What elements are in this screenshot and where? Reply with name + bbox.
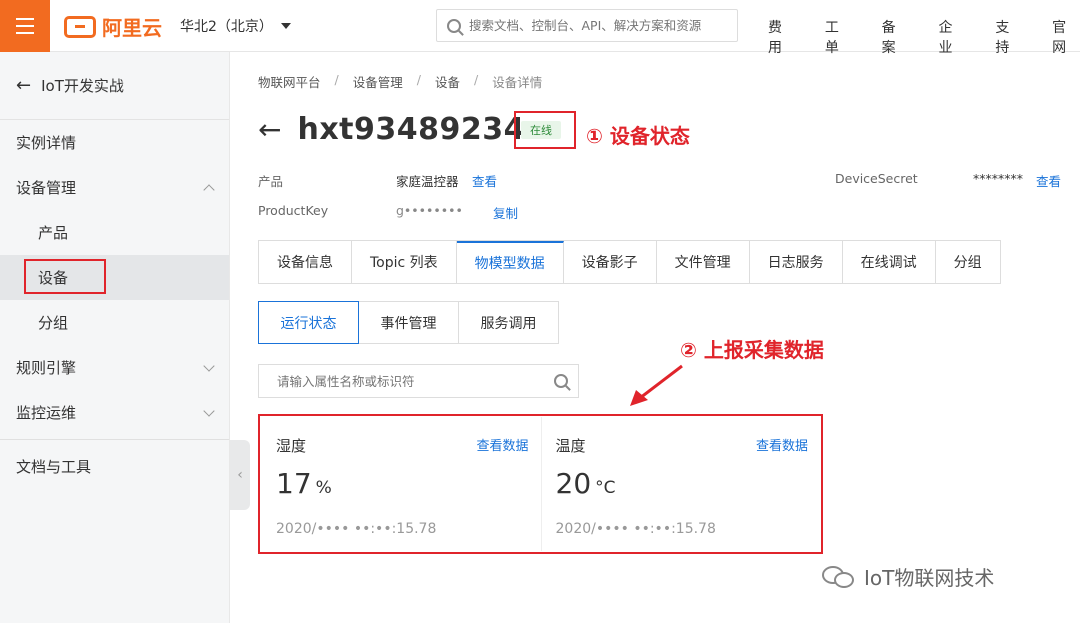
nav-support[interactable]: 支持 xyxy=(995,17,1023,57)
tab-group[interactable]: 分组 xyxy=(935,241,1000,283)
chevron-left-icon: ‹ xyxy=(237,467,243,483)
annotation-arrow-line xyxy=(639,364,683,400)
product-value: 家庭温控器 xyxy=(396,174,459,189)
breadcrumb-iot-platform[interactable]: 物联网平台 xyxy=(258,72,321,91)
sidebar: ← IoT开发实战 实例详情 设备管理 产品 设备 分组 规则引擎 监控运维 文… xyxy=(0,52,230,623)
tab-online-debug[interactable]: 在线调试 xyxy=(842,241,936,283)
tab-thing-model-data[interactable]: 物模型数据 xyxy=(456,241,564,283)
highlight-box-data xyxy=(258,414,823,554)
global-search-input[interactable] xyxy=(469,18,729,33)
device-header: ← hxt93489234 xyxy=(258,112,525,147)
region-selector[interactable]: 华北2（北京） xyxy=(180,16,291,36)
sidebar-collapse-handle[interactable]: ‹ xyxy=(230,440,250,510)
tab-device-info[interactable]: 设备信息 xyxy=(259,241,352,283)
devicesecret-view-link[interactable]: 查看 xyxy=(1036,171,1061,190)
nav-official-site[interactable]: 官网 xyxy=(1052,17,1080,57)
tab-log-service[interactable]: 日志服务 xyxy=(749,241,843,283)
property-search[interactable] xyxy=(258,364,579,398)
productkey-copy-link[interactable]: 复制 xyxy=(493,203,518,222)
annotation-arrow xyxy=(630,364,683,406)
sidebar-item-label: 实例详情 xyxy=(16,134,77,152)
sidebar-item-instance-detail[interactable]: 实例详情 xyxy=(0,120,229,165)
caret-down-icon xyxy=(280,23,291,29)
devicesecret-label: DeviceSecret xyxy=(835,171,918,186)
global-search[interactable] xyxy=(436,9,738,42)
sidebar-item-docs-tools[interactable]: 文档与工具 xyxy=(0,444,229,489)
annotation-data: ② 上报采集数据 xyxy=(680,338,824,362)
arrow-left-icon: ← xyxy=(16,75,32,96)
sidebar-item-rule-engine[interactable]: 规则引擎 xyxy=(0,345,229,390)
subtab-service-invoke[interactable]: 服务调用 xyxy=(458,301,559,344)
sidebar-item-label: 产品 xyxy=(38,224,69,242)
subtab-running-status[interactable]: 运行状态 xyxy=(258,301,359,344)
sidebar-title: IoT开发实战 xyxy=(41,77,124,95)
highlight-box-status xyxy=(514,111,576,149)
page-title: hxt93489234 xyxy=(297,112,526,147)
tab-file-management[interactable]: 文件管理 xyxy=(656,241,750,283)
breadcrumb-device[interactable]: 设备 xyxy=(435,72,460,91)
search-icon xyxy=(447,18,461,33)
wechat-icon xyxy=(822,564,856,590)
annotation-status: ① 设备状态 xyxy=(586,124,690,148)
highlight-box-device xyxy=(24,259,106,294)
productkey-value: g•••••••• xyxy=(396,203,463,218)
breadcrumb-separator: / xyxy=(416,72,421,87)
sidebar-back[interactable]: ← IoT开发实战 xyxy=(0,52,229,120)
subtab-event-management[interactable]: 事件管理 xyxy=(358,301,459,344)
search-icon[interactable] xyxy=(554,374,568,388)
top-bar: 阿里云 华北2（北京） 费用 工单 备案 企业 支持 官网 xyxy=(0,0,1080,56)
hamburger-menu-icon[interactable] xyxy=(0,0,50,52)
device-tabs: 设备信息 Topic 列表 物模型数据 设备影子 文件管理 日志服务 在线调试 … xyxy=(258,240,1001,284)
watermark: IoT物联网技术 xyxy=(822,562,994,591)
breadcrumb-separator: / xyxy=(473,72,479,87)
tab-topic-list[interactable]: Topic 列表 xyxy=(352,241,457,283)
sub-tabs: 运行状态 事件管理 服务调用 xyxy=(258,301,559,344)
sidebar-item-monitoring[interactable]: 监控运维 xyxy=(0,390,229,435)
sidebar-item-label: 设备管理 xyxy=(16,179,77,197)
watermark-text: IoT物联网技术 xyxy=(864,566,995,590)
nav-enterprise[interactable]: 企业 xyxy=(938,17,966,57)
aliyun-logo-icon xyxy=(64,15,96,38)
breadcrumb-separator: / xyxy=(334,72,339,87)
sidebar-item-device-management[interactable]: 设备管理 xyxy=(0,165,229,210)
chevron-down-icon xyxy=(203,359,215,372)
productkey-label: ProductKey xyxy=(258,203,329,218)
sidebar-divider xyxy=(0,439,229,440)
breadcrumb: 物联网平台 / 设备管理 / 设备 / 设备详情 xyxy=(258,72,542,91)
product-view-link[interactable]: 查看 xyxy=(472,171,497,190)
aliyun-logo[interactable]: 阿里云 xyxy=(64,12,162,41)
product-label: 产品 xyxy=(258,174,284,189)
back-arrow-icon[interactable]: ← xyxy=(258,113,281,146)
sidebar-item-label: 监控运维 xyxy=(16,404,77,422)
chevron-down-icon xyxy=(203,404,215,417)
breadcrumb-device-management[interactable]: 设备管理 xyxy=(353,72,403,91)
breadcrumb-current: 设备详情 xyxy=(492,75,543,90)
nav-fees[interactable]: 费用 xyxy=(768,17,796,57)
region-label: 华北2（北京） xyxy=(180,19,273,35)
sidebar-item-group[interactable]: 分组 xyxy=(0,300,229,345)
nav-tickets[interactable]: 工单 xyxy=(825,17,853,57)
logo-text: 阿里云 xyxy=(102,16,162,40)
top-nav: 费用 工单 备案 企业 支持 官网 xyxy=(768,17,1080,57)
tab-device-shadow[interactable]: 设备影子 xyxy=(563,241,657,283)
sidebar-item-label: 分组 xyxy=(38,314,69,332)
nav-icp[interactable]: 备案 xyxy=(882,17,910,57)
sidebar-item-label: 文档与工具 xyxy=(16,458,92,476)
chevron-up-icon xyxy=(203,183,215,196)
sidebar-item-label: 规则引擎 xyxy=(16,359,77,377)
sidebar-item-product[interactable]: 产品 xyxy=(0,210,229,255)
devicesecret-value: ******** xyxy=(973,171,1023,186)
property-search-input[interactable] xyxy=(277,373,527,389)
